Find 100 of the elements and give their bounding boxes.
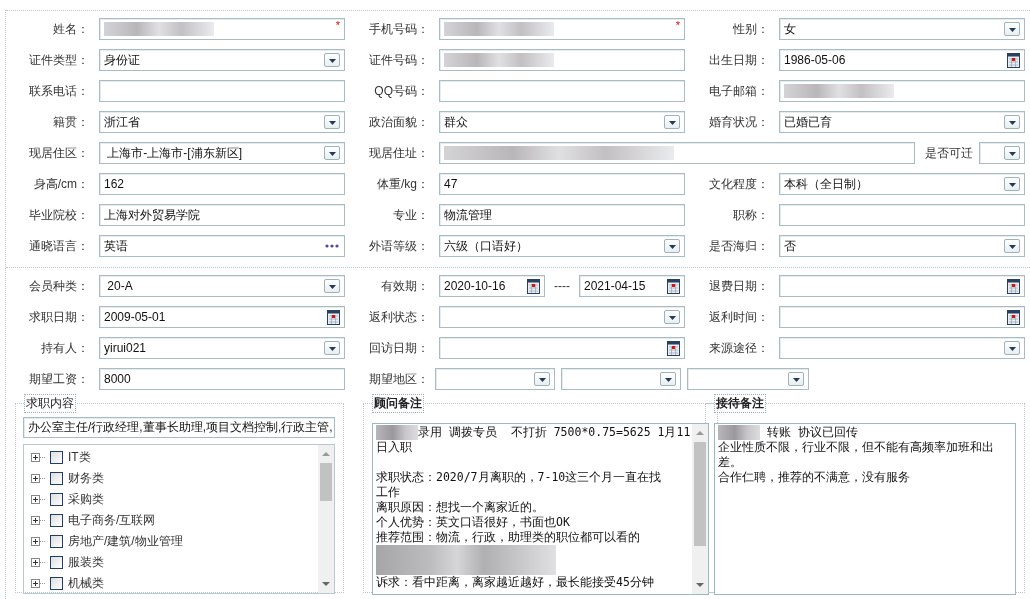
category-label[interactable]: IT类	[68, 449, 91, 466]
field-label: 期望地区：	[368, 370, 430, 388]
expand-icon[interactable]	[31, 516, 45, 525]
field-label: 返利时间：	[708, 308, 770, 326]
text-field[interactable]	[439, 142, 915, 164]
scroll-down-icon[interactable]	[322, 581, 330, 587]
dropdown[interactable]: 上海市-上海市-[浦东新区]	[99, 142, 345, 164]
required-mark: *	[675, 20, 680, 31]
note-text: 录用 调拨专员 不打折 7500*0.75=5625 1月11	[418, 425, 691, 440]
note-text: 日入职	[376, 440, 412, 455]
note-text: 工作	[376, 485, 400, 500]
field-label: 证件类型：	[28, 51, 90, 69]
required-mark: *	[335, 20, 340, 31]
category-label[interactable]: 采购类	[68, 491, 104, 508]
text-field[interactable]: 162	[99, 173, 345, 195]
checkbox[interactable]	[50, 556, 63, 569]
expand-icon[interactable]	[31, 579, 45, 588]
group-title: 求职内容	[24, 394, 76, 413]
checkbox[interactable]	[50, 472, 63, 485]
checkbox[interactable]	[50, 577, 63, 590]
calendar-icon[interactable]	[527, 278, 540, 294]
field-label: 退费日期：	[708, 277, 770, 295]
note-text: 离职原因：想找一个离家近的。	[376, 500, 544, 515]
expand-icon[interactable]	[31, 474, 45, 483]
field-label: 政治面貌：	[368, 113, 430, 131]
dropdown[interactable]: 女	[779, 18, 1025, 40]
note-text: 诉求：看中距离，离家越近越好，最长能接受45分钟	[376, 575, 654, 590]
field-label: 姓名：	[52, 20, 90, 38]
text-field[interactable]: 47	[439, 173, 685, 195]
text-field[interactable]: 上海对外贸易学院	[99, 204, 345, 226]
dropdown[interactable]: 已婚已育	[779, 111, 1025, 133]
calendar-icon[interactable]	[1007, 278, 1020, 294]
category-label[interactable]: 机械类	[68, 575, 104, 592]
category-label[interactable]: 服装类	[68, 554, 104, 571]
dropdown[interactable]: yirui021	[99, 337, 345, 359]
date-field[interactable]	[439, 337, 685, 359]
date-field[interactable]: 2020-10-16	[439, 275, 545, 297]
scroll-thumb[interactable]	[694, 442, 707, 546]
text-field[interactable]: *	[439, 18, 685, 40]
date-field[interactable]: 1986-05-06	[779, 49, 1025, 71]
field-label: 性别：	[732, 20, 770, 38]
dropdown[interactable]: 浙江省	[99, 111, 345, 133]
calendar-icon[interactable]	[667, 278, 680, 294]
range-separator: ----	[554, 279, 570, 293]
checkbox[interactable]	[50, 535, 63, 548]
calendar-icon[interactable]	[327, 309, 340, 325]
date-field[interactable]: 2009-05-01	[99, 306, 345, 328]
text-field[interactable]	[439, 80, 685, 102]
field-label: 持有人：	[40, 339, 90, 357]
scrollbar[interactable]	[692, 424, 709, 594]
dropdown[interactable]: 20-A	[99, 275, 345, 297]
field-label: 文化程度：	[708, 175, 770, 193]
category-label[interactable]: 房地产/建筑/物业管理	[68, 533, 183, 550]
calendar-icon[interactable]	[667, 340, 680, 356]
field-label: 手机号码：	[368, 20, 430, 38]
expand-icon[interactable]	[31, 558, 45, 567]
text-field[interactable]: 办公室主任/行政经理,董事长助理,项目文档控制,行政主管,	[23, 417, 335, 438]
field-label: 现居住址：	[368, 144, 430, 162]
dropdown[interactable]: 本科（全日制）	[779, 173, 1025, 195]
field-label: 回访日期：	[368, 339, 430, 357]
date-field[interactable]	[779, 275, 1025, 297]
scroll-thumb[interactable]	[320, 463, 332, 501]
notes-textarea[interactable]: 录用 调拨专员 不打折 7500*0.75=5625 1月11 日入职 求职状态：2020/7月离职的，7-10这三个月一直在找 工作 离职原因：想找一个离家近的。 个人优势：英文口语很好，书面也OK 推荐范围：物流，行政，助理类的职位都可以看的 诉求：看中距离，离家越近越好，最长能接受45分钟	[372, 423, 710, 595]
text-field[interactable]: 物流管理	[439, 204, 685, 226]
notes-textarea[interactable]: 转账 协议已回传 企业性质不限，行业不限，但不能有高频率加班和出 差。 合作仁聘，推荐的不满意，没有服务	[714, 423, 1016, 595]
dropdown[interactable]: 身份证	[99, 49, 345, 71]
field-label: 外语等级：	[368, 237, 430, 255]
note-text: 个人优势：英文口语很好，书面也OK	[376, 515, 570, 530]
lookup-field[interactable]: 英语	[99, 235, 345, 257]
text-field[interactable]	[779, 80, 1025, 102]
text-field[interactable]	[779, 204, 1025, 226]
field-label: 来源途径：	[708, 339, 770, 357]
scrollbar[interactable]	[318, 445, 334, 593]
expand-icon[interactable]	[31, 537, 45, 546]
field-label: 有效期：	[380, 277, 430, 295]
dropdown[interactable]: 六级（口语好）	[439, 235, 685, 257]
field-label: 婚育状况：	[708, 113, 770, 131]
scroll-down-icon[interactable]	[696, 582, 705, 588]
text-field[interactable]: 8000	[99, 368, 345, 390]
checkbox[interactable]	[50, 514, 63, 527]
field-label: 会员种类：	[28, 277, 90, 295]
category-label[interactable]: 电子商务/互联网	[68, 512, 156, 529]
date-field[interactable]	[779, 306, 1025, 328]
date-field[interactable]: 2021-04-15	[579, 275, 685, 297]
note-text: 求职状态：2020/7月离职的，7-10这三个月一直在找	[376, 470, 662, 485]
ellipsis-icon[interactable]	[324, 243, 340, 249]
text-field[interactable]: *	[99, 18, 345, 40]
expand-icon[interactable]	[31, 453, 45, 462]
field-label: 是否可迁	[924, 144, 974, 162]
calendar-icon[interactable]	[1007, 309, 1020, 325]
checkbox[interactable]	[50, 451, 63, 464]
checkbox[interactable]	[50, 493, 63, 506]
category-label[interactable]: 财务类	[68, 470, 104, 487]
dropdown[interactable]: 群众	[439, 111, 685, 133]
text-field[interactable]	[99, 80, 345, 102]
dropdown[interactable]: 否	[779, 235, 1025, 257]
expand-icon[interactable]	[31, 495, 45, 504]
text-field[interactable]	[439, 49, 685, 71]
calendar-icon[interactable]	[1007, 52, 1020, 68]
field-label: QQ号码：	[373, 82, 430, 100]
